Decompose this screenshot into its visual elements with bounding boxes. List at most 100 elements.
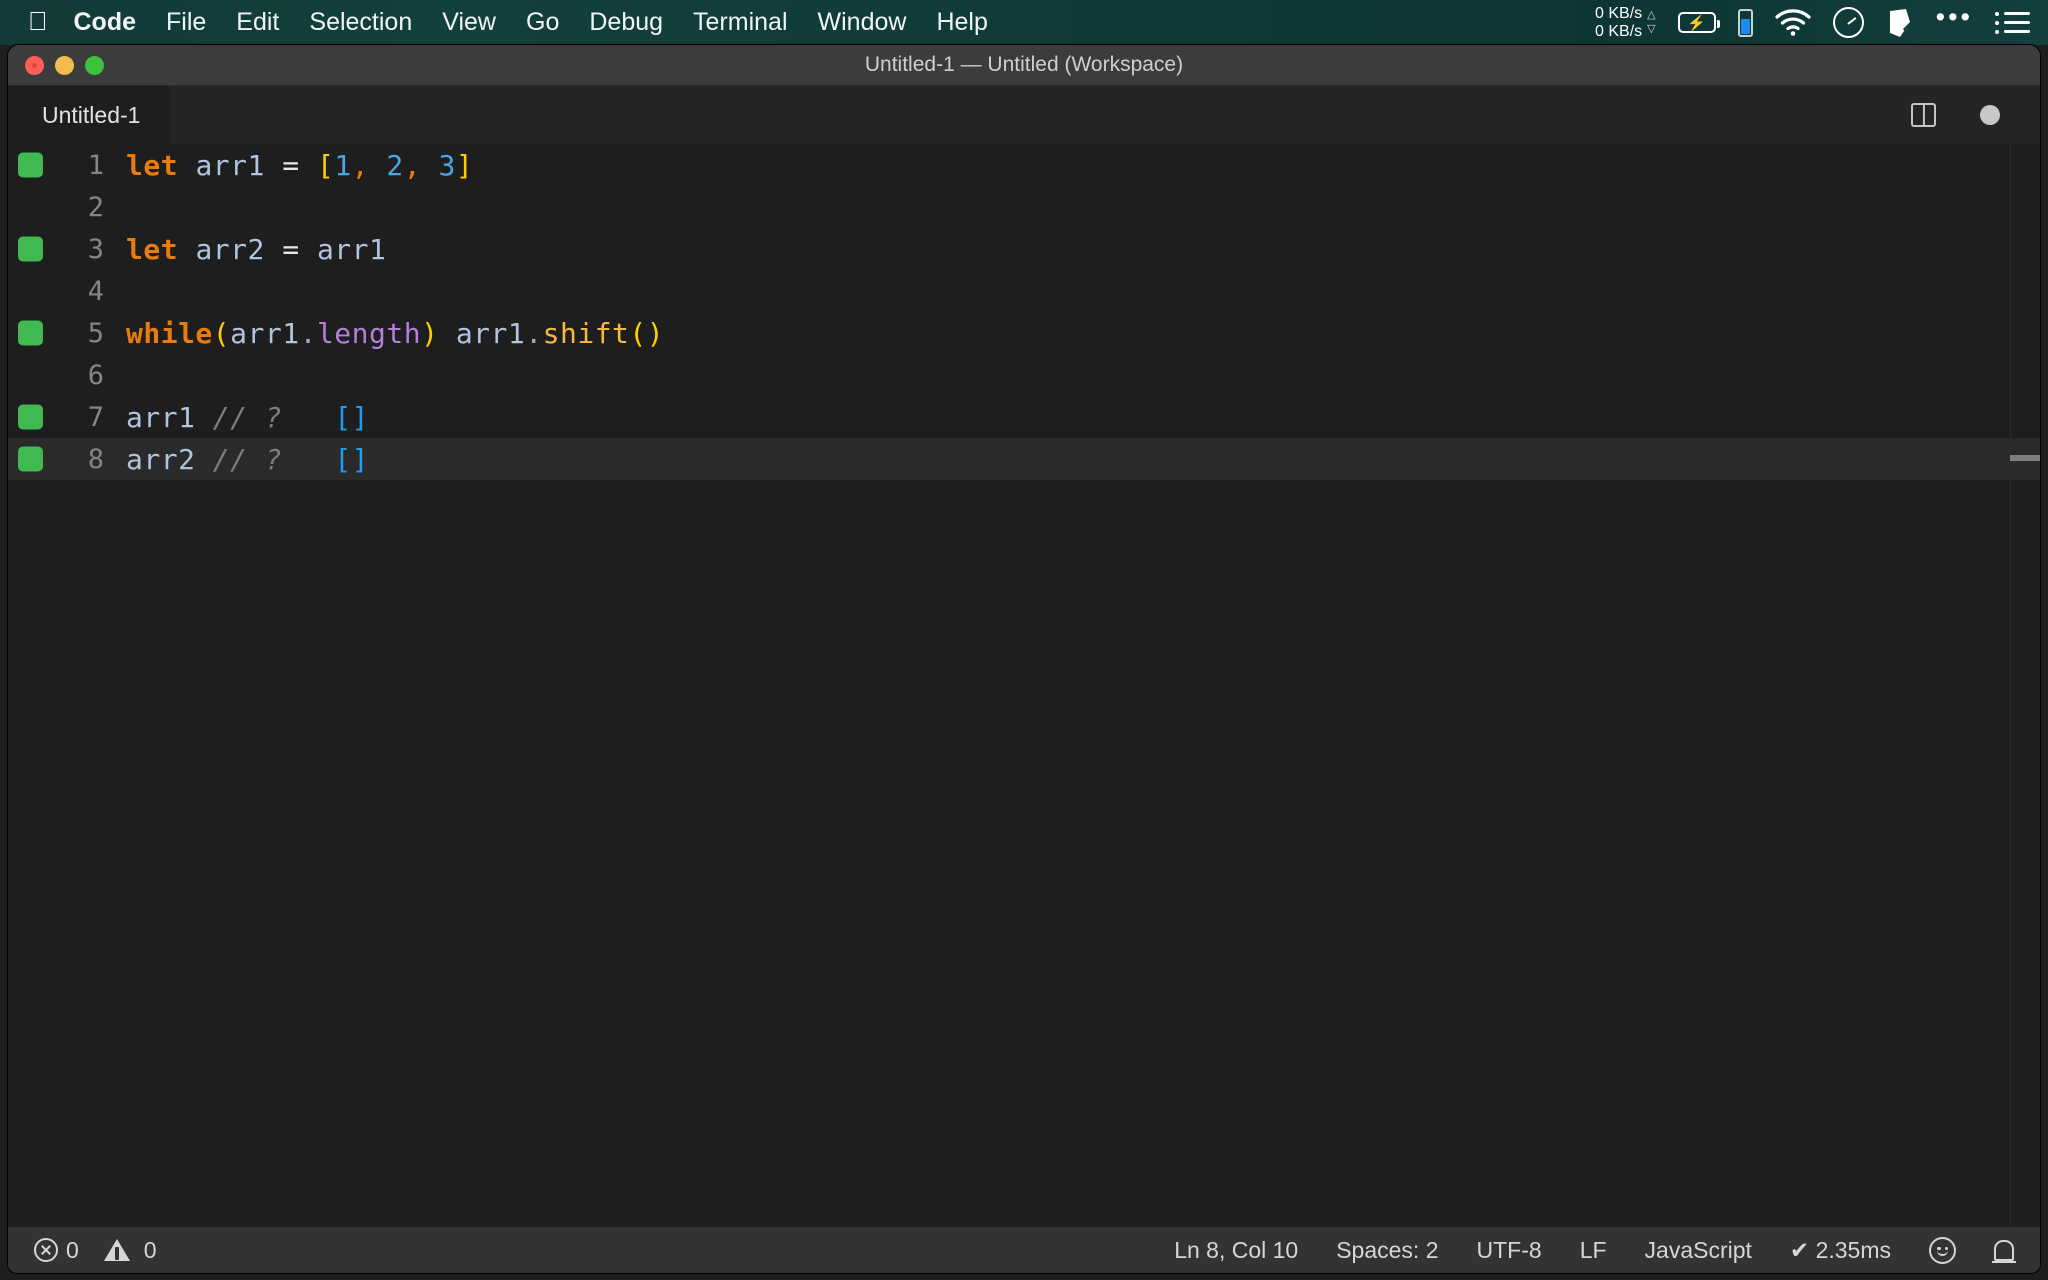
cursor-position[interactable]: Ln 8, Col 10 xyxy=(1174,1237,1298,1264)
code-token: ] xyxy=(455,148,474,182)
list-menu-icon[interactable] xyxy=(1995,11,2030,34)
line-number: 6 xyxy=(87,359,104,391)
code-token: // ? xyxy=(212,400,283,434)
apple-logo-icon[interactable]:  xyxy=(28,8,48,34)
problems-errors[interactable]: 0 xyxy=(34,1237,79,1264)
quokka-runtime[interactable]: ✔ 2.35ms xyxy=(1790,1237,1891,1264)
menu-item-selection[interactable]: Selection xyxy=(309,8,412,37)
code-token: arr2 xyxy=(195,232,265,266)
close-button[interactable] xyxy=(25,55,44,75)
code-line[interactable]: 5 while(arr1.length) arr1.shift() xyxy=(8,312,2040,354)
code-line[interactable]: 8 arr2 // ? [] xyxy=(8,438,2040,480)
code-line[interactable]: 2 xyxy=(8,186,2040,228)
split-editor-icon[interactable] xyxy=(1911,103,1936,127)
code-token: = xyxy=(282,232,300,266)
code-token: 1 xyxy=(334,148,352,182)
menu-item-help[interactable]: Help xyxy=(936,8,987,37)
zoom-button[interactable] xyxy=(85,55,104,75)
menu-item-go[interactable]: Go xyxy=(526,8,559,37)
language-mode[interactable]: JavaScript xyxy=(1645,1237,1752,1264)
editor-tab-bar: Untitled-1 xyxy=(8,86,2040,144)
dropbox-icon[interactable] xyxy=(1886,7,1914,39)
smiley-icon[interactable] xyxy=(1929,1236,1956,1264)
menu-item-window[interactable]: Window xyxy=(818,8,907,37)
tab-untitled-1[interactable]: Untitled-1 xyxy=(8,86,171,144)
status-bar-left: 0 0 xyxy=(34,1237,157,1264)
code-line[interactable]: 7 arr1 // ? [] xyxy=(8,396,2040,438)
code-text: while(arr1.length) arr1.shift() xyxy=(126,317,664,350)
code-line[interactable]: 1 let arr1 = [1, 2, 3] xyxy=(8,144,2040,186)
error-count: 0 xyxy=(66,1236,79,1263)
battery-level-icon[interactable] xyxy=(1737,8,1753,37)
menu-item-edit[interactable]: Edit xyxy=(236,8,279,37)
menu-item-file[interactable]: File xyxy=(166,8,206,37)
code-token: let xyxy=(126,232,179,266)
code-editor[interactable]: 1 let arr1 = [1, 2, 3] 2 3 let arr2 = arr1 4 5… xyxy=(8,144,2040,1227)
code-token: arr1 xyxy=(126,400,196,434)
code-line[interactable]: 4 xyxy=(8,270,2040,312)
window-title-bar: Untitled-1 — Untitled (Workspace) xyxy=(8,45,2040,86)
code-text: let arr2 = arr1 xyxy=(126,233,386,266)
code-token: [ xyxy=(316,148,335,182)
code-token: . xyxy=(525,316,543,350)
code-text: let arr1 = [1, 2, 3] xyxy=(126,149,473,182)
wifi-icon[interactable] xyxy=(1775,9,1811,36)
battery-charging-icon[interactable]: ⚡ xyxy=(1677,12,1720,33)
code-token: // ? xyxy=(212,442,283,476)
code-token: shift xyxy=(542,316,630,350)
coverage-indicator-icon xyxy=(18,446,43,472)
code-token: . xyxy=(299,316,317,350)
menu-item-code[interactable]: Code xyxy=(74,8,137,37)
indentation-setting[interactable]: Spaces: 2 xyxy=(1336,1237,1438,1264)
code-text: arr2 // ? [] xyxy=(126,443,369,476)
warning-icon xyxy=(103,1238,130,1262)
code-token: arr1 xyxy=(455,316,526,350)
menu-item-terminal[interactable]: Terminal xyxy=(693,8,787,37)
code-token: = xyxy=(282,148,300,182)
network-download-speed: 0 KB/s xyxy=(1595,22,1643,40)
menu-item-debug[interactable]: Debug xyxy=(589,8,663,37)
code-token: 2 xyxy=(386,148,404,182)
unsaved-indicator-dot[interactable] xyxy=(1980,105,2000,125)
network-speed-indicator[interactable]: 0 KB/s 0 KB/s △ ▽ xyxy=(1595,5,1656,41)
code-text: arr1 // ? [] xyxy=(126,401,369,434)
problems-warnings[interactable]: 0 xyxy=(103,1236,157,1264)
clock-icon[interactable] xyxy=(1832,7,1864,38)
code-line[interactable]: 3 let arr2 = arr1 xyxy=(8,228,2040,270)
minimize-button[interactable] xyxy=(55,55,74,75)
ellipsis-icon[interactable]: ••• xyxy=(1936,4,1973,30)
editor-scrollbar[interactable] xyxy=(2010,144,2040,1227)
code-token: length xyxy=(316,316,422,350)
menubar-status-area: 0 KB/s 0 KB/s △ ▽ ⚡ ••• xyxy=(1595,4,2030,41)
code-token: while xyxy=(126,316,213,350)
error-icon xyxy=(34,1238,58,1262)
end-of-line[interactable]: LF xyxy=(1580,1237,1607,1264)
scrollbar-marker[interactable] xyxy=(2010,455,2040,461)
code-token: [] xyxy=(334,400,370,434)
code-token: arr2 xyxy=(126,442,196,476)
menu-item-view[interactable]: View xyxy=(442,8,496,37)
coverage-indicator-icon xyxy=(18,404,43,430)
code-line[interactable]: 6 xyxy=(8,354,2040,396)
upload-arrow-icon: △ xyxy=(1647,8,1656,21)
line-number: 2 xyxy=(87,191,104,223)
file-encoding[interactable]: UTF-8 xyxy=(1477,1237,1542,1264)
warning-count: 0 xyxy=(143,1236,157,1263)
code-token: , xyxy=(403,148,422,182)
coverage-indicator-icon xyxy=(18,320,43,346)
window-traffic-lights xyxy=(25,55,104,75)
bell-icon[interactable] xyxy=(1992,1239,2016,1263)
tab-label: Untitled-1 xyxy=(42,101,141,128)
